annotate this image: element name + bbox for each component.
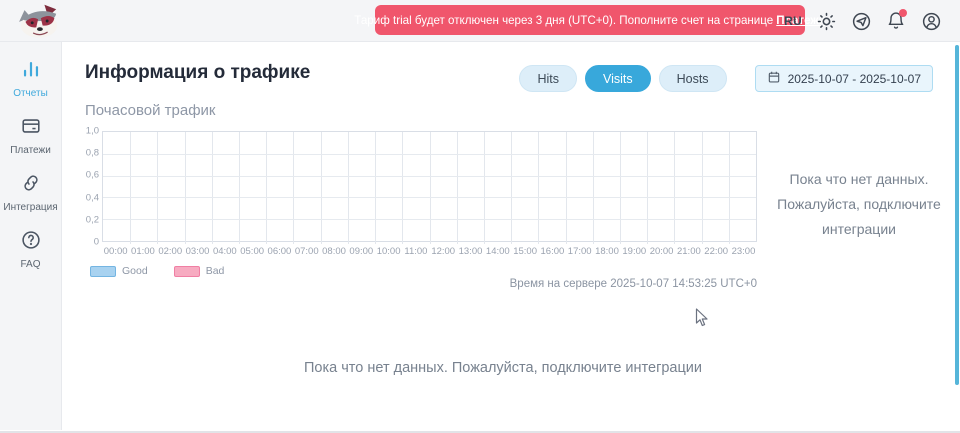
legend-label: Good [122, 265, 148, 277]
wallet-icon [20, 115, 42, 142]
legend-swatch-bad [174, 266, 200, 277]
sidebar-item-faq[interactable]: FAQ [0, 229, 62, 270]
legend-label: Bad [206, 265, 225, 277]
hourly-traffic-chart: 1,00,80,60,40,20 00:0001:0002:0003:0004:… [85, 131, 757, 277]
notification-badge [899, 9, 907, 17]
sidebar-item-reports[interactable]: Отчеты [0, 58, 62, 99]
chart-legend: Good Bad [90, 265, 757, 277]
sidebar-item-integration[interactable]: Интеграция [0, 172, 62, 213]
chart-plot-area [102, 131, 757, 242]
topbar-actions: RU [784, 0, 942, 42]
no-data-message-bottom: Пока что нет данных. Пожалуйста, подключ… [63, 360, 943, 376]
tab-visits[interactable]: Visits [585, 65, 651, 92]
telegram-icon[interactable] [850, 10, 872, 32]
legend-item-good[interactable]: Good [90, 265, 148, 277]
legend-item-bad[interactable]: Bad [174, 265, 225, 277]
app-window: Тариф trial будет отключен через 3 дня (… [0, 0, 960, 433]
notifications-bell-icon[interactable] [885, 10, 907, 32]
main-content: Информация о трафике Hits Visits Hosts 2… [63, 42, 960, 430]
date-range-value: 2025-10-07 - 2025-10-07 [788, 72, 921, 86]
sidebar-item-label: Отчеты [13, 88, 48, 99]
sidebar-item-label: Платежи [10, 145, 51, 156]
chart-y-axis: 1,00,80,60,40,20 [85, 131, 102, 242]
sidebar-item-payments[interactable]: Платежи [0, 115, 62, 156]
tab-hits[interactable]: Hits [519, 65, 577, 92]
sidebar-item-label: FAQ [20, 259, 40, 270]
banner-text: Тариф trial будет отключен через 3 дня (… [354, 14, 773, 27]
link-icon [20, 172, 42, 199]
question-icon [20, 229, 42, 256]
language-switcher[interactable]: RU [784, 14, 802, 28]
sidebar-item-label: Интеграция [3, 202, 57, 213]
calendar-icon [767, 70, 781, 87]
chart-x-axis: 00:0001:0002:0003:0004:0005:0006:0007:00… [102, 246, 757, 257]
top-bar: Тариф trial будет отключен через 3 дня (… [0, 0, 960, 42]
theme-sun-icon[interactable] [815, 10, 837, 32]
chart-section-title: Почасовой трафик [85, 102, 216, 119]
traffic-controls: Hits Visits Hosts 2025-10-07 - 2025-10-0… [519, 65, 933, 92]
legend-swatch-good [90, 266, 116, 277]
bar-chart-icon [20, 58, 42, 85]
raccoon-logo[interactable] [16, 2, 62, 40]
page-title: Информация о трафике [85, 62, 310, 84]
trial-warning-banner: Тариф trial будет отключен через 3 дня (… [375, 5, 805, 35]
no-data-message-side: Пока что нет данных. Пожалуйста, подключ… [775, 167, 943, 242]
server-time: Время на сервере 2025-10-07 14:53:25 UTC… [85, 278, 757, 290]
sidebar: Отчеты Платежи Интеграция [0, 42, 62, 430]
profile-icon[interactable] [920, 10, 942, 32]
date-range-picker[interactable]: 2025-10-07 - 2025-10-07 [755, 65, 933, 92]
vertical-scrollbar-thumb[interactable] [955, 45, 959, 385]
tab-hosts[interactable]: Hosts [659, 65, 727, 92]
